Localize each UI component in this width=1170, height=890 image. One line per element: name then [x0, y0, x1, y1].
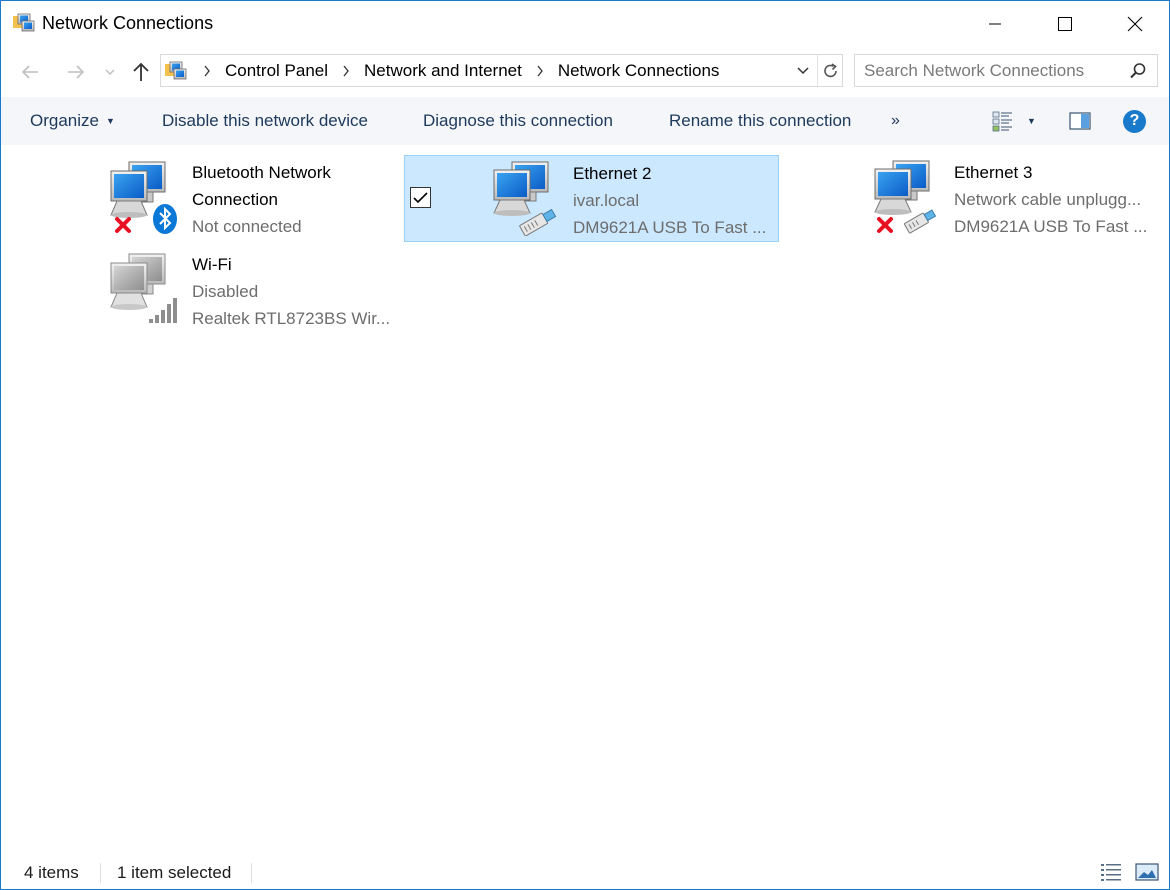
- arrow-left-icon: [21, 65, 38, 79]
- connection-text: Ethernet 3 Network cable unplugg... DM96…: [954, 159, 1154, 240]
- close-button[interactable]: [1100, 1, 1170, 47]
- details-view-button[interactable]: [1100, 862, 1122, 887]
- organize-label: Organize: [30, 111, 99, 130]
- search-input[interactable]: [864, 60, 1114, 82]
- refresh-icon: [823, 62, 837, 77]
- view-options-icon: [992, 111, 1012, 132]
- connection-status: Disabled: [192, 282, 259, 301]
- search-box[interactable]: [854, 54, 1158, 87]
- connection-status: Not connected: [192, 217, 302, 236]
- up-button[interactable]: [128, 59, 154, 85]
- status-bar: 4 items 1 item selected: [1, 857, 1169, 889]
- preview-pane-icon: [1069, 112, 1091, 130]
- title-bar[interactable]: Network Connections: [1, 1, 1169, 47]
- connection-device: DM9621A USB To Fast ...: [573, 218, 767, 237]
- connection-item-ethernet-2[interactable]: Ethernet 2 ivar.local DM9621A USB To Fas…: [404, 155, 779, 242]
- organize-menu[interactable]: Organize ▼: [30, 97, 115, 145]
- chevron-down-icon: [105, 69, 115, 75]
- more-commands-button[interactable]: »: [891, 97, 900, 145]
- selection-checkbox[interactable]: [410, 187, 431, 208]
- forward-button[interactable]: [63, 59, 89, 85]
- connection-device: DM9621A USB To Fast ...: [954, 217, 1148, 236]
- bluetooth-network-icon: [107, 159, 179, 235]
- chevron-right-icon[interactable]: [528, 65, 552, 77]
- network-connections-app-icon: [13, 13, 35, 33]
- connection-text: Ethernet 2 ivar.local DM9621A USB To Fas…: [573, 160, 773, 241]
- details-view-icon: [1101, 864, 1121, 881]
- window-title: Network Connections: [42, 13, 214, 33]
- back-button[interactable]: [17, 59, 43, 85]
- connection-device: Realtek RTL8723BS Wir...: [192, 309, 391, 328]
- refresh-button[interactable]: [817, 55, 843, 86]
- command-bar: Organize ▼ Disable this network device D…: [1, 97, 1169, 145]
- connection-name: Ethernet 3: [954, 163, 1033, 182]
- connection-name: Bluetooth Network: [192, 163, 331, 182]
- connection-item-ethernet-3[interactable]: Ethernet 3 Network cable unplugg... DM96…: [867, 155, 1167, 242]
- selected-count: 1 item selected: [117, 863, 232, 882]
- connection-status: ivar.local: [573, 191, 640, 210]
- address-bar[interactable]: Control Panel Network and Internet Netwo…: [160, 54, 843, 87]
- minimize-icon: [989, 23, 1001, 25]
- network-connections-location-icon: [165, 61, 187, 81]
- caret-down-icon: ▼: [105, 116, 115, 126]
- connection-text: Bluetooth Network Connection Not connect…: [192, 159, 331, 240]
- diagnose-connection-button[interactable]: Diagnose this connection: [423, 97, 613, 145]
- change-view-button[interactable]: [992, 97, 1014, 145]
- preview-pane-button[interactable]: [1069, 97, 1091, 145]
- connection-item-wifi[interactable]: Wi-Fi Disabled Realtek RTL8723BS Wir...: [105, 247, 480, 334]
- ethernet-disconnected-icon: [869, 159, 941, 235]
- large-icons-view-button[interactable]: [1135, 862, 1159, 887]
- breadcrumb-network-and-internet[interactable]: Network and Internet: [362, 61, 524, 81]
- connection-name: Ethernet 2: [573, 164, 652, 183]
- connection-status: Network cable unplugg...: [954, 190, 1142, 209]
- search-icon[interactable]: [1129, 62, 1147, 80]
- connections-list: Bluetooth Network Connection Not connect…: [1, 145, 1169, 851]
- arrow-right-icon: [68, 65, 85, 79]
- breadcrumb: Control Panel Network and Internet Netwo…: [191, 55, 721, 86]
- network-connections-window: Network Connections Control Panel Networ…: [0, 0, 1170, 890]
- connection-name-line2: Connection: [192, 190, 279, 209]
- rename-connection-button[interactable]: Rename this connection: [669, 97, 851, 145]
- breadcrumb-network-connections[interactable]: Network Connections: [556, 61, 722, 81]
- caret-down-icon: ▼: [1027, 116, 1036, 126]
- arrow-up-icon: [133, 62, 149, 81]
- maximize-icon: [1058, 17, 1072, 31]
- ethernet-network-icon: [488, 160, 560, 237]
- maximize-button[interactable]: [1030, 1, 1100, 47]
- chevron-down-icon: [797, 67, 809, 75]
- large-icons-view-icon: [1135, 863, 1159, 881]
- status-divider: [251, 863, 252, 883]
- wifi-disabled-icon: [107, 251, 179, 327]
- help-icon: ?: [1123, 109, 1146, 133]
- connection-text: Wi-Fi Disabled Realtek RTL8723BS Wir...: [192, 251, 392, 332]
- view-dropdown-button[interactable]: ▼: [1027, 97, 1036, 145]
- status-divider: [100, 863, 101, 883]
- chevron-right-icon[interactable]: [195, 65, 219, 77]
- minimize-button[interactable]: [960, 1, 1030, 47]
- chevron-right-icon[interactable]: [334, 65, 358, 77]
- item-count: 4 items: [24, 863, 79, 882]
- help-button[interactable]: ?: [1123, 97, 1146, 145]
- close-icon: [1127, 16, 1143, 32]
- recent-locations-button[interactable]: [101, 59, 119, 85]
- connection-name: Wi-Fi: [192, 255, 232, 274]
- disable-network-device-button[interactable]: Disable this network device: [162, 97, 368, 145]
- breadcrumb-control-panel[interactable]: Control Panel: [223, 61, 330, 81]
- navigation-bar: Control Panel Network and Internet Netwo…: [1, 47, 1169, 95]
- checkmark-icon: [413, 191, 428, 203]
- address-history-button[interactable]: [791, 55, 815, 86]
